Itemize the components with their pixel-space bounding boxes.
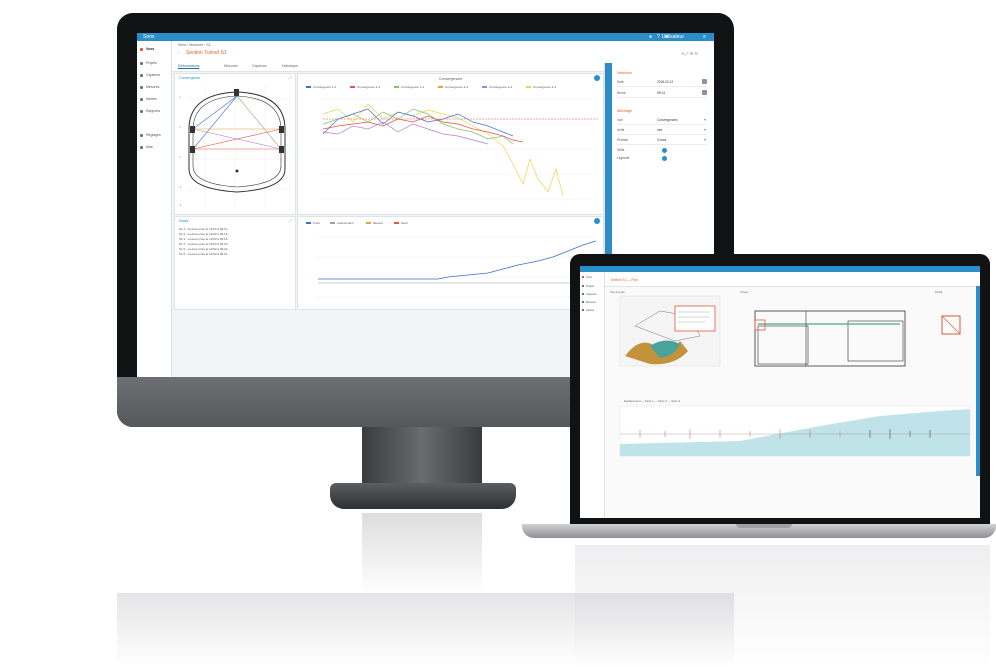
laptop-accent-bar (976, 286, 980, 476)
section-display: Affichage (617, 109, 632, 113)
unit-value[interactable]: mm (657, 128, 662, 132)
sidebar-item-aide[interactable]: Aide (140, 143, 170, 152)
sidebar-item-label: Aide (146, 145, 154, 149)
date-row[interactable]: Date 2018-03-12 (617, 79, 707, 87)
period-select[interactable]: Période 3 mois ▾ (617, 137, 707, 145)
sidebar: Vues Projets Capteurs Mesures Alertes Ra… (137, 41, 172, 377)
sidebar-item-vues[interactable]: Vues (140, 45, 170, 54)
note-line: S1.2 : mesure prise le 12/03 à 09:16 (179, 232, 228, 236)
unit-select[interactable]: Unité mm ▾ (617, 127, 707, 135)
sidebar-item-rapports[interactable]: Rapports (140, 107, 170, 116)
sidebar-item-projets[interactable]: Projets (140, 59, 170, 68)
section-panel: Convergence ⤢ 4 2 0 -2 -4 (174, 73, 296, 215)
menu-icon[interactable]: ≡ (703, 33, 708, 41)
page-title: Section Tunnel S1 (186, 50, 227, 56)
legend-toggle[interactable] (662, 156, 667, 161)
app-titlebar: Sens ● ? ■ Utilisateur ≡ (137, 33, 714, 41)
note-line: S1.6 : mesure prise le 12/03 à 09:24 (179, 252, 228, 256)
sensor-icon (140, 73, 143, 77)
tab-bar: Déformations Mesures Capteurs Historique (172, 63, 604, 72)
folder-icon (140, 61, 143, 65)
laptop-lid: Vues Projets Capteurs Mesures Alertes Se… (570, 254, 990, 524)
back-icon[interactable]: ‹ (178, 50, 179, 55)
sidebar-item-label: Capteurs (146, 73, 161, 77)
monitor-stand-base (330, 483, 516, 509)
chevron-down-icon[interactable]: ▾ (704, 137, 706, 142)
grid-toggle-row[interactable]: Grille (617, 147, 707, 154)
grid-icon (140, 47, 143, 51)
view-value[interactable]: Convergences (657, 118, 678, 122)
sidebar-item-label: Réglages (146, 133, 161, 137)
laptop-reflection (575, 545, 990, 667)
sidebar-item-label: Projets (146, 61, 157, 65)
progress-chart-panel: Front Avancement Mesure Seuil (297, 216, 604, 310)
report-icon (140, 109, 143, 113)
tab-mesures[interactable]: Mesures (224, 64, 238, 68)
note-line: S1.5 : mesure prise le 12/03 à 09:22 (179, 247, 228, 251)
expand-icon[interactable]: ⤢ (289, 218, 292, 223)
sidebar-item-reglages[interactable]: Réglages (140, 131, 170, 140)
chevron-down-icon[interactable]: ▾ (704, 117, 706, 122)
note-line: S1.4 : mesure prise le 12/03 à 09:20 (179, 242, 228, 246)
time-row[interactable]: Heure 09:14 (617, 90, 707, 98)
section-selection: Sélection (617, 71, 632, 75)
sidebar-item-label: Mesures (146, 85, 160, 89)
date-value[interactable]: 2018-03-12 (657, 80, 673, 84)
help-icon (140, 145, 143, 149)
laptop-screen: Vues Projets Capteurs Mesures Alertes Se… (580, 266, 980, 518)
tunnel-section-drawing (187, 86, 291, 208)
period-label: Période (617, 138, 628, 142)
note-line: S1.3 : mesure prise le 12/03 à 09:18 (179, 237, 228, 241)
breadcrumb[interactable]: Sens › Mesures › S1 (178, 43, 211, 47)
app-title: Sens (143, 34, 155, 40)
view-label: Vue (617, 118, 623, 122)
monitor-stand-neck (362, 427, 482, 487)
progress-lines (316, 236, 597, 298)
gear-icon (140, 133, 143, 137)
sidebar-item-mesures[interactable]: Mesures (140, 83, 170, 92)
notes-panel: Notes ⤢ S1.1 : mesure prise le 12/03 à 0… (174, 216, 296, 310)
tab-historique[interactable]: Historique (282, 64, 298, 68)
legend-toggle-label: Légende (617, 156, 630, 160)
legend-toggle-row[interactable]: Légende (617, 155, 707, 162)
date-label: Date (617, 80, 624, 84)
clock-icon[interactable] (702, 90, 707, 95)
sidebar-item-capteurs[interactable]: Capteurs (140, 71, 170, 80)
user-name[interactable]: Utilisateur (662, 33, 684, 41)
page-header: Sens › Mesures › S1 ‹ Section Tunnel S1 … (172, 41, 714, 64)
convergence-lines (320, 98, 598, 200)
laptop-notch (736, 524, 792, 528)
grid-toggle-label: Grille (617, 148, 625, 152)
calendar-icon[interactable] (702, 79, 707, 84)
chart-legend: Déplacement — Série 1 — Série 2 — Série … (624, 399, 681, 403)
tab-capteurs[interactable]: Capteurs (252, 64, 267, 68)
laptop-drawings (619, 295, 971, 457)
grid-toggle[interactable] (662, 148, 667, 153)
time-value[interactable]: 09:14 (657, 91, 665, 95)
sidebar-item-label: Rapports (146, 109, 161, 113)
notes-title: Notes (179, 219, 189, 223)
sidebar-item-label: Vues (146, 47, 155, 51)
sidebar-item-label: Alertes (146, 97, 157, 101)
stand-reflection (362, 513, 482, 593)
alert-icon (140, 97, 143, 101)
view-select[interactable]: Vue Convergences ▾ (617, 117, 707, 125)
note-line: S1.1 : mesure prise le 12/03 à 09:14 (179, 227, 228, 231)
bell-icon[interactable]: ● (649, 33, 654, 41)
sidebar-item-alertes[interactable]: Alertes (140, 95, 170, 104)
unit-label: Unité (617, 128, 625, 132)
toolbar-icons[interactable]: ⟲ ⤢ ⚙ ☰ (681, 51, 698, 56)
time-label: Heure (617, 91, 626, 95)
period-value[interactable]: 3 mois (657, 138, 666, 142)
tab-deformations[interactable]: Déformations (178, 64, 200, 69)
chevron-down-icon[interactable]: ▾ (704, 127, 706, 132)
convergence-chart-panel: Convergences Convergence 1-2 Convergence… (297, 73, 604, 215)
chart-icon (140, 85, 143, 89)
